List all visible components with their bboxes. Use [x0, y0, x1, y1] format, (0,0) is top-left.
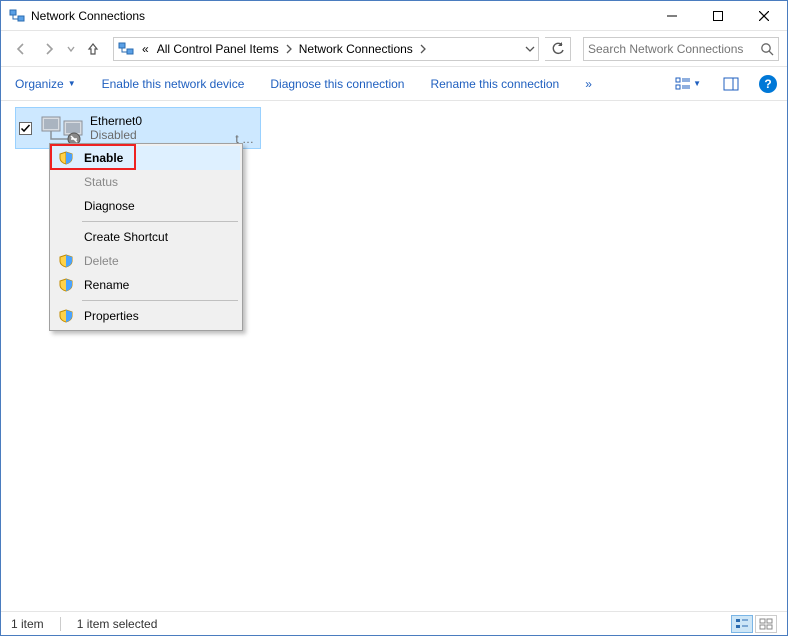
blank-icon: [58, 174, 74, 190]
content-area: Ethernet0 Disabled t … Enable Status Dia…: [1, 101, 787, 611]
search-box[interactable]: [583, 37, 779, 61]
shield-icon: [58, 253, 74, 269]
ctx-enable[interactable]: Enable: [52, 146, 240, 170]
up-button[interactable]: [81, 37, 105, 61]
status-selected: 1 item selected: [77, 617, 158, 631]
network-connections-icon: [9, 8, 25, 24]
rename-label: Rename this connection: [430, 77, 559, 91]
chevron-down-icon: ▼: [68, 79, 76, 88]
diagnose-label: Diagnose this connection: [270, 77, 404, 91]
enable-device-button[interactable]: Enable this network device: [98, 73, 249, 95]
ctx-diagnose[interactable]: Diagnose: [52, 194, 240, 218]
blank-icon: [58, 229, 74, 245]
ctx-properties[interactable]: Properties: [52, 304, 240, 328]
ctx-properties-label: Properties: [84, 309, 139, 323]
shield-icon: [58, 277, 74, 293]
view-mode-switcher: [731, 615, 777, 633]
toolbar: Organize ▼ Enable this network device Di…: [1, 67, 787, 101]
nav-row: « All Control Panel Items Network Connec…: [1, 31, 787, 67]
enable-device-label: Enable this network device: [102, 77, 245, 91]
crumb-network-connections[interactable]: Network Connections: [295, 38, 417, 60]
chevron-down-icon: ▼: [693, 79, 701, 88]
ctx-diagnose-label: Diagnose: [84, 199, 135, 213]
recent-locations-button[interactable]: [65, 45, 77, 53]
maximize-button[interactable]: [695, 1, 741, 31]
status-bar: 1 item 1 item selected: [1, 611, 787, 635]
status-divider: [60, 617, 61, 631]
status-count: 1 item: [11, 617, 44, 631]
toolbar-more: »: [585, 77, 592, 91]
ctx-rename-label: Rename: [84, 278, 129, 292]
ctx-status: Status: [52, 170, 240, 194]
shield-icon: [58, 150, 74, 166]
rename-connection-button[interactable]: Rename this connection: [426, 73, 563, 95]
refresh-button[interactable]: [545, 37, 571, 61]
crumb-root[interactable]: «: [138, 38, 153, 60]
ctx-create-shortcut[interactable]: Create Shortcut: [52, 225, 240, 249]
close-button[interactable]: [741, 1, 787, 31]
ctx-separator: [82, 300, 238, 301]
address-bar[interactable]: « All Control Panel Items Network Connec…: [113, 37, 539, 61]
diagnose-connection-button[interactable]: Diagnose this connection: [266, 73, 408, 95]
preview-pane-button[interactable]: [721, 75, 741, 93]
view-options-button[interactable]: ▼: [673, 75, 703, 93]
ctx-status-label: Status: [84, 175, 118, 189]
forward-button[interactable]: [37, 37, 61, 61]
toolbar-overflow-button[interactable]: »: [581, 73, 596, 95]
titlebar: Network Connections: [1, 1, 787, 31]
blank-icon: [58, 198, 74, 214]
back-button[interactable]: [9, 37, 33, 61]
search-icon[interactable]: [760, 42, 774, 56]
address-icon[interactable]: [114, 38, 138, 60]
organize-label: Organize: [15, 77, 64, 91]
shield-icon: [58, 308, 74, 324]
ctx-delete: Delete: [52, 249, 240, 273]
search-input[interactable]: [588, 42, 760, 56]
connection-checkbox[interactable]: [16, 122, 34, 135]
chevron-right-icon: [417, 44, 429, 54]
crumb-all-control-panel[interactable]: All Control Panel Items: [153, 38, 283, 60]
ctx-enable-label: Enable: [84, 151, 123, 165]
icons-view-button[interactable]: [755, 615, 777, 633]
ctx-create-shortcut-label: Create Shortcut: [84, 230, 168, 244]
network-adapter-icon: [34, 111, 90, 145]
chevron-right-icon: [283, 44, 295, 54]
title-text: Network Connections: [31, 9, 649, 23]
organize-button[interactable]: Organize ▼: [11, 73, 80, 95]
address-history-button[interactable]: [520, 38, 538, 60]
connection-name: Ethernet0: [90, 114, 260, 128]
help-button[interactable]: ?: [759, 75, 777, 93]
window-controls: [649, 1, 787, 31]
ctx-rename[interactable]: Rename: [52, 273, 240, 297]
minimize-button[interactable]: [649, 1, 695, 31]
window: Network Connections: [0, 0, 788, 636]
details-view-button[interactable]: [731, 615, 753, 633]
ctx-delete-label: Delete: [84, 254, 119, 268]
ctx-separator: [82, 221, 238, 222]
context-menu: Enable Status Diagnose Create Shortcut D…: [49, 143, 243, 331]
